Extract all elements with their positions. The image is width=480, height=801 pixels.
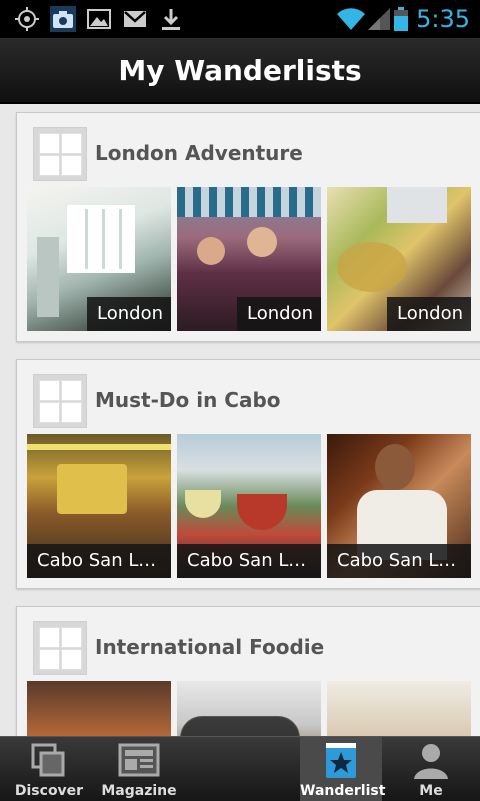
camera-notification-icon (50, 6, 76, 32)
tab-label: Me (419, 783, 443, 799)
person-icon (414, 744, 448, 779)
wanderlist-card[interactable]: London Adventure London London London (16, 112, 480, 342)
wanderlist-feed[interactable]: London Adventure London London London Mu… (0, 104, 480, 736)
gps-icon (15, 7, 39, 31)
grid-icon (33, 374, 87, 428)
image-icon (87, 9, 111, 29)
tab-label: Discover (14, 783, 84, 799)
tab-wanderlist[interactable]: Wanderlist (300, 737, 386, 801)
photo-thumbnail[interactable] (327, 681, 471, 736)
card-header[interactable]: Must-Do in Cabo (17, 360, 480, 436)
tab-me[interactable]: Me (382, 737, 480, 801)
grid-icon (33, 127, 87, 181)
download-icon (162, 9, 180, 30)
photo-strip[interactable]: London London London (27, 187, 480, 333)
page-title: My Wanderlists (118, 54, 362, 87)
magazine-icon (118, 743, 160, 777)
photo-strip[interactable]: Cabo San Luc... Cabo San Luc... Cabo San… (27, 434, 480, 580)
photo-caption: London (87, 297, 171, 331)
photo-thumbnail[interactable]: Cabo San Luc... (327, 434, 471, 578)
tab-label: Wanderlist (300, 783, 386, 799)
photo-caption: Cabo San Luc... (327, 544, 471, 578)
wifi-icon (337, 8, 365, 30)
card-header[interactable]: International Foodie (17, 607, 480, 683)
photo-thumbnail[interactable]: London (327, 187, 471, 331)
bottom-tab-bar: Discover Magazine Wanderlist Me (0, 736, 480, 801)
photo-caption: London (387, 297, 471, 331)
list-title: London Adventure (95, 141, 303, 165)
wanderlist-card[interactable]: Must-Do in Cabo Cabo San Luc... Cabo San… (16, 359, 480, 589)
battery-icon (394, 7, 408, 31)
photo-thumbnail[interactable] (27, 681, 171, 736)
wanderlist-star-icon (326, 743, 356, 778)
tab-magazine[interactable]: Magazine (98, 737, 180, 801)
gmail-icon (124, 11, 146, 27)
photo-thumbnail[interactable]: London (177, 187, 321, 331)
list-title: International Foodie (95, 635, 325, 659)
clock: 5:35 (416, 5, 470, 33)
photo-caption: London (237, 297, 321, 331)
photo-thumbnail[interactable]: Cabo San Luc... (177, 434, 321, 578)
photo-caption: Cabo San Luc... (27, 544, 171, 578)
grid-icon (33, 621, 87, 675)
signal-icon (368, 8, 390, 30)
status-bar: 5:35 (0, 0, 480, 38)
photo-caption: Cabo San Luc... (177, 544, 321, 578)
photo-thumbnail[interactable]: Cabo San Luc... (27, 434, 171, 578)
photo-thumbnail[interactable]: London (27, 187, 171, 331)
tab-label: Magazine (101, 783, 177, 799)
title-bar: My Wanderlists (0, 38, 480, 104)
tab-discover[interactable]: Discover (0, 737, 98, 801)
card-header[interactable]: London Adventure (17, 113, 480, 189)
discover-icon (31, 743, 65, 777)
list-title: Must-Do in Cabo (95, 388, 281, 412)
